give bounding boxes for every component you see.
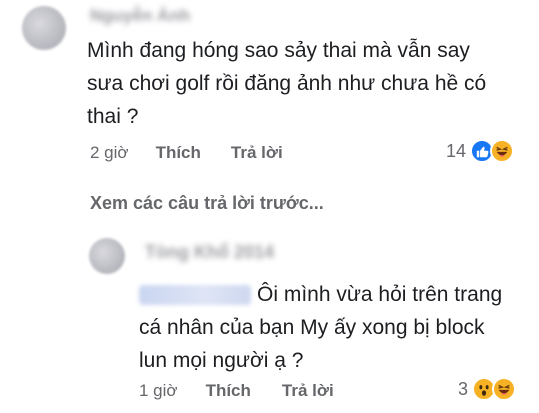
comment-body: Mình đang hóng sao sảy thai mà vẫn say s… — [87, 34, 527, 133]
reply-reply-button[interactable]: Trả lời — [282, 381, 334, 401]
reply-actions: 1 giờ Thích Trả lời — [139, 381, 334, 401]
comment-body-line: Mình đang hóng sao sảy thai mà vẫn say — [87, 39, 470, 62]
comment-author-name[interactable]: Nguyễn Ánh — [90, 6, 190, 26]
haha-icon — [490, 139, 515, 163]
reply-like-button[interactable]: Thích — [206, 381, 251, 401]
reply-avatar[interactable] — [89, 238, 125, 274]
reply-timestamp[interactable]: 1 giờ — [139, 381, 178, 401]
like-button[interactable]: Thích — [156, 143, 201, 163]
reply-author-name[interactable]: Tòng Khổ 2014 — [145, 242, 274, 263]
reply-reaction-summary[interactable]: 3 — [458, 377, 517, 401]
reply-button[interactable]: Trả lời — [231, 143, 283, 163]
comment-actions: 2 giờ Thích Trả lời — [90, 143, 283, 163]
reaction-summary[interactable]: 14 — [446, 139, 515, 163]
reply-body-line: Ôi mình vừa hỏi trên trang — [139, 278, 529, 311]
comment-body-line: thai ? — [87, 105, 139, 128]
reply-reaction-count: 3 — [458, 378, 469, 399]
comment-avatar[interactable] — [22, 6, 66, 50]
reply-body-line: cá nhân của bạn My ấy xong bị block — [139, 316, 485, 339]
reply-body: Ôi mình vừa hỏi trên trang cá nhân của b… — [139, 278, 529, 377]
comment-timestamp[interactable]: 2 giờ — [90, 143, 129, 163]
haha-icon — [492, 377, 517, 401]
reaction-count: 14 — [446, 140, 467, 161]
reply-body-line: lun mọi người ạ ? — [139, 349, 304, 372]
mention-tag[interactable] — [139, 285, 251, 306]
reply-body-text: Ôi mình vừa hỏi trên trang — [257, 283, 503, 306]
comment-body-line: sưa chơi golf rồi đăng ảnh như chưa hề c… — [87, 72, 487, 95]
view-previous-replies-link[interactable]: Xem các câu trả lời trước... — [90, 193, 324, 214]
